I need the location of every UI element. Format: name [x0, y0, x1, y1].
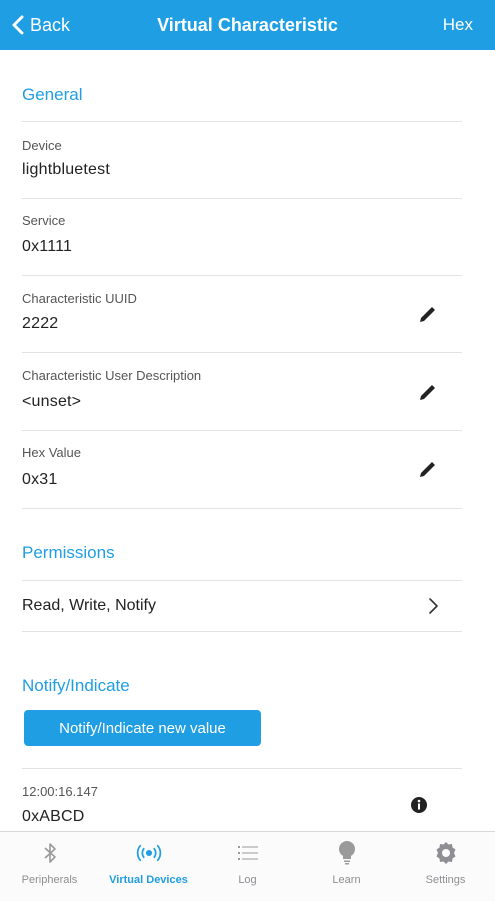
- device-value: lightbluetest: [22, 161, 110, 178]
- broadcast-icon: [136, 840, 162, 866]
- user-description-label: Characteristic User Description: [22, 368, 202, 383]
- notify-timestamp: 12:00:16.147: [22, 784, 98, 799]
- divider: [22, 275, 462, 276]
- characteristic-uuid-value: 2222: [22, 315, 59, 332]
- tab-label: Virtual Devices: [109, 874, 188, 886]
- divider: [22, 631, 462, 632]
- characteristic-uuid-label: Characteristic UUID: [22, 291, 137, 306]
- service-label: Service: [22, 213, 66, 228]
- edit-uuid-pencil-icon[interactable]: [416, 302, 440, 326]
- info-icon[interactable]: [410, 796, 428, 814]
- hex-value-value: 0x31: [22, 471, 58, 488]
- tab-learn[interactable]: Learn: [297, 832, 396, 901]
- hex-value-label: Hex Value: [22, 445, 82, 460]
- divider: [22, 121, 462, 122]
- edit-hex-value-pencil-icon[interactable]: [416, 457, 440, 481]
- device-label: Device: [22, 138, 62, 153]
- notify-value: 0xABCD: [22, 808, 85, 825]
- chevron-left-icon: [12, 15, 24, 35]
- back-button[interactable]: Back: [12, 0, 70, 50]
- page-title: Virtual Characteristic: [157, 14, 338, 35]
- permissions-value: Read, Write, Notify: [22, 597, 156, 614]
- section-title-general: General: [22, 85, 83, 104]
- tab-log[interactable]: Log: [198, 832, 297, 901]
- chevron-right-icon: [429, 598, 438, 614]
- bluetooth-icon: [37, 840, 63, 866]
- divider: [22, 580, 462, 581]
- edit-description-pencil-icon[interactable]: [416, 380, 440, 404]
- tab-label: Log: [238, 874, 257, 886]
- tab-peripherals[interactable]: Peripherals: [0, 832, 99, 901]
- hex-toggle-button[interactable]: Hex: [443, 0, 473, 50]
- divider: [22, 352, 462, 353]
- permissions-row[interactable]: Read, Write, Notify: [22, 582, 462, 630]
- navigation-bar: Back Virtual Characteristic Hex: [0, 0, 495, 50]
- tab-virtual-devices[interactable]: Virtual Devices: [99, 832, 198, 901]
- divider: [22, 768, 462, 769]
- tab-label: Peripherals: [21, 874, 78, 886]
- tab-label: Settings: [425, 874, 466, 886]
- list-icon: [235, 840, 261, 866]
- gear-icon: [433, 840, 459, 866]
- tab-bar: Peripherals Virtual Devices Log Learn Se…: [0, 831, 495, 901]
- section-title-notify: Notify/Indicate: [22, 676, 130, 695]
- divider: [22, 430, 462, 431]
- back-label: Back: [30, 14, 71, 35]
- tab-label: Learn: [332, 874, 361, 886]
- section-title-permissions: Permissions: [22, 543, 115, 562]
- divider: [22, 508, 462, 509]
- user-description-value: <unset>: [22, 393, 82, 410]
- service-value: 0x1111: [22, 238, 73, 255]
- divider: [22, 198, 462, 199]
- tab-settings[interactable]: Settings: [396, 832, 495, 901]
- notify-new-value-button[interactable]: Notify/Indicate new value: [24, 710, 261, 746]
- lightbulb-icon: [334, 840, 360, 866]
